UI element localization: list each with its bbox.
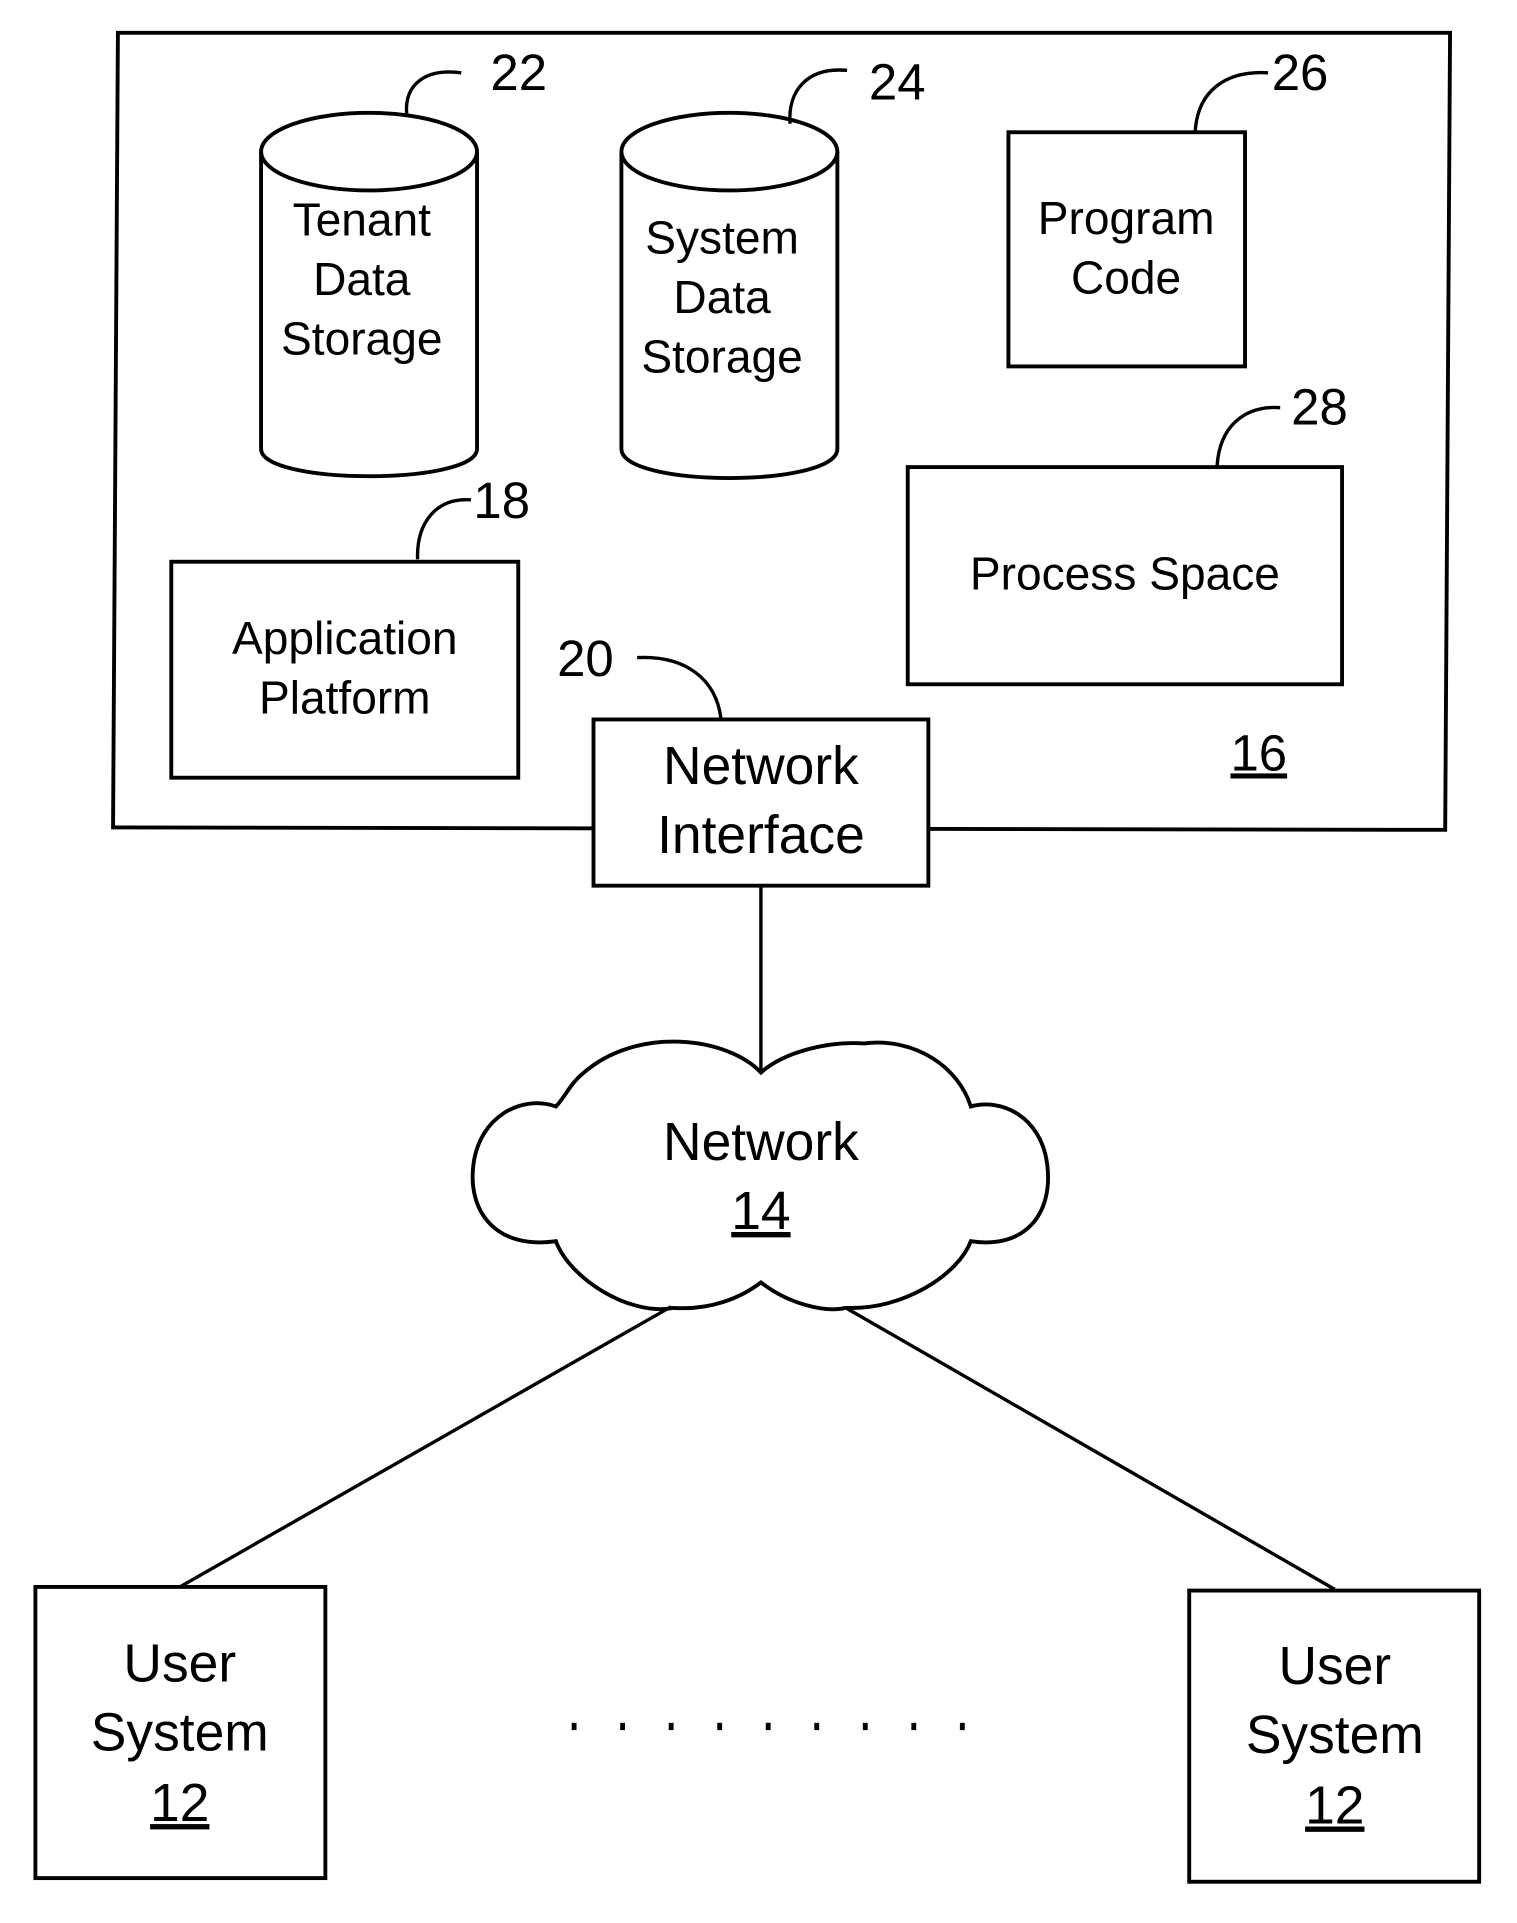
ellipsis-dot	[814, 1722, 820, 1731]
tenant-data-storage-label-2: Data	[313, 253, 411, 305]
network-ref: 14	[731, 1182, 790, 1241]
network-interface-label-1: Network	[663, 737, 859, 796]
program-code-ref: 26	[1272, 44, 1329, 101]
system-data-storage-label-1: System	[645, 212, 799, 264]
ellipsis-dots	[571, 1722, 965, 1731]
tenant-data-storage-label-1: Tenant	[293, 193, 432, 245]
server-system-ref: 16	[1230, 724, 1287, 781]
user-system-left-label-2: System	[91, 1704, 269, 1763]
ellipsis-dot	[571, 1722, 577, 1731]
network-interface-label-2: Interface	[657, 806, 865, 865]
application-platform-box	[169, 559, 521, 780]
process-space-label: Process Space	[970, 548, 1280, 600]
program-code-label-1: Program	[1038, 192, 1215, 244]
ellipsis-dot	[959, 1722, 965, 1731]
ellipsis-dot	[765, 1722, 771, 1731]
system-data-storage-ref: 24	[869, 53, 926, 110]
ellipsis-dot	[717, 1722, 723, 1731]
network-cloud-shape	[470, 1039, 1050, 1312]
ellipsis-dot	[862, 1722, 868, 1731]
connector-network-to-user-system-right	[845, 1306, 1336, 1591]
application-platform-label-1: Application	[232, 612, 458, 664]
user-system-right-label-2: System	[1246, 1706, 1424, 1765]
network-interface-ref: 20	[557, 630, 614, 687]
user-system-left-ref: 12	[150, 1774, 209, 1833]
network-cloud: Network 14	[470, 1039, 1050, 1312]
application-platform-label-2: Platform	[259, 671, 431, 723]
user-system-right-ref: 12	[1305, 1777, 1364, 1836]
tenant-data-storage-ref: 22	[490, 44, 547, 101]
ellipsis-dot	[620, 1722, 626, 1731]
ellipsis-dot	[668, 1722, 674, 1731]
system-data-storage-label-3: Storage	[641, 330, 802, 382]
user-system-left: User System 12	[33, 1584, 328, 1881]
user-system-right: User System 12	[1187, 1588, 1482, 1884]
user-system-right-label-1: User	[1278, 1637, 1391, 1696]
system-data-storage-label-2: Data	[673, 271, 771, 323]
system-data-storage-cylinder-top	[619, 110, 840, 193]
process-space-ref: 28	[1291, 379, 1348, 436]
application-platform-ref: 18	[473, 472, 530, 529]
network-label: Network	[663, 1113, 859, 1172]
program-code-label-2: Code	[1071, 252, 1181, 304]
tenant-data-storage-cylinder-top	[259, 110, 479, 193]
user-system-left-label-1: User	[123, 1635, 236, 1694]
connector-network-to-user-system-left	[178, 1305, 672, 1589]
program-code-box	[1006, 130, 1247, 369]
tenant-data-storage-label-3: Storage	[281, 312, 442, 364]
system-diagram: 16 Tenant Data Storage 22 System Data St…	[33, 30, 1482, 1884]
ellipsis-dot	[911, 1722, 917, 1731]
